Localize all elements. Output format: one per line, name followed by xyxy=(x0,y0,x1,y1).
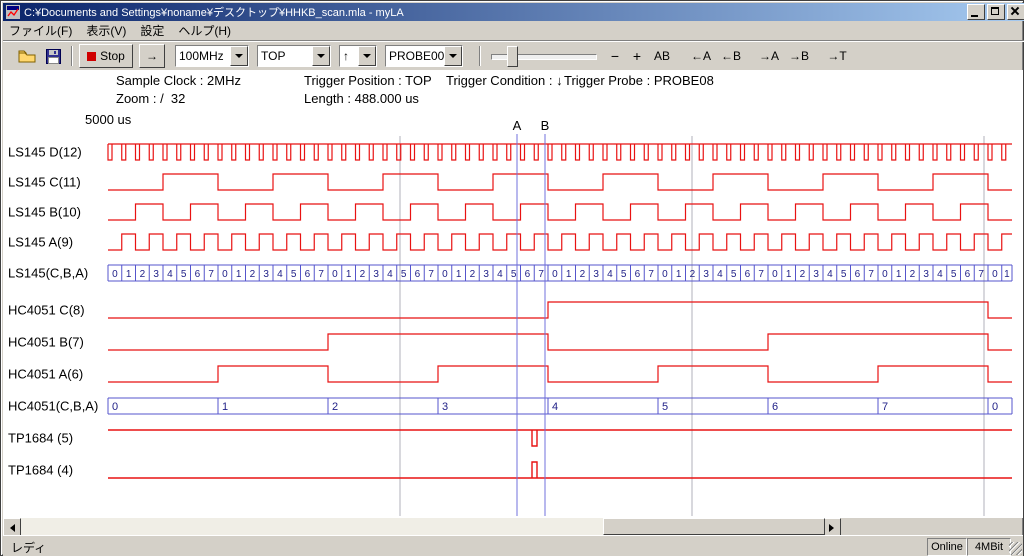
trigger-position-value: TOP xyxy=(258,49,312,63)
chevron-down-icon xyxy=(363,54,371,62)
toolbar-separator xyxy=(479,46,481,66)
status-online-badge: Online xyxy=(927,538,967,556)
app-icon xyxy=(6,5,20,19)
maximize-icon xyxy=(991,7,999,15)
trigger-position-combobox[interactable]: TOP xyxy=(257,45,331,67)
stop-icon xyxy=(87,52,96,61)
chevron-down-icon xyxy=(317,54,325,62)
trigger-condition-info: Trigger Condition : ↓ xyxy=(446,73,563,88)
toolbar-separator xyxy=(71,46,73,66)
trigger-edge-value: ↑ xyxy=(340,49,358,63)
toolbar: Stop → 100MHz TOP ↑ PROBE00 − + AB ←A ←B… xyxy=(3,40,1024,71)
length-info: Length : 488.000 us xyxy=(304,91,419,106)
zoom-out-button[interactable]: − xyxy=(605,45,625,67)
window-title: C:¥Documents and Settings¥noname¥デスクトップ¥… xyxy=(24,4,965,20)
sample-clock-info: Sample Clock : 2MHz xyxy=(116,73,241,88)
statusbar: レディ Online 4MBit xyxy=(3,535,1023,556)
status-memory-badge: 4MBit xyxy=(967,538,1011,556)
triangle-right-icon xyxy=(829,524,838,532)
run-arrow-icon: → xyxy=(146,49,158,63)
run-button[interactable]: → xyxy=(139,44,165,68)
menu-settings[interactable]: 設定 xyxy=(134,20,172,41)
trigger-probe-value: PROBE00 xyxy=(386,49,444,63)
zoom-slider[interactable] xyxy=(491,45,597,67)
horizontal-scrollbar[interactable] xyxy=(3,518,841,535)
waveform-client-area[interactable] xyxy=(3,70,1023,518)
resize-grip-icon[interactable] xyxy=(1009,542,1022,555)
trigger-position-info: Trigger Position : TOP xyxy=(304,73,432,88)
open-button[interactable] xyxy=(15,45,39,67)
app-window: C:¥Documents and Settings¥noname¥デスクトップ¥… xyxy=(0,0,1024,556)
set-cursor-b-button[interactable]: →B xyxy=(785,45,813,67)
chevron-down-icon xyxy=(235,54,243,62)
minimize-icon xyxy=(971,15,978,17)
trigger-edge-combobox[interactable]: ↑ xyxy=(339,45,377,67)
triangle-left-icon xyxy=(6,524,15,532)
sample-clock-dropdown-button[interactable] xyxy=(230,46,248,66)
zoom-slider-thumb[interactable] xyxy=(507,46,518,67)
save-button[interactable] xyxy=(41,45,65,67)
status-ready-text: レディ xyxy=(11,539,46,556)
goto-cursor-a-button[interactable]: ←A xyxy=(687,45,715,67)
menu-view[interactable]: 表示(V) xyxy=(80,20,134,41)
scrollbar-track[interactable] xyxy=(21,518,823,535)
scrollbar-thumb[interactable] xyxy=(603,518,825,535)
stop-button[interactable]: Stop xyxy=(79,44,133,68)
open-folder-icon xyxy=(18,49,36,64)
trigger-position-dropdown-button[interactable] xyxy=(312,46,330,66)
menu-help[interactable]: ヘルプ(H) xyxy=(172,20,239,41)
ab-cursors-button[interactable]: AB xyxy=(649,45,675,67)
trigger-probe-dropdown-button[interactable] xyxy=(444,46,462,66)
time-grid-label: 5000 us xyxy=(85,112,131,127)
minimize-button[interactable] xyxy=(967,4,985,20)
menubar: ファイル(F) 表示(V) 設定 ヘルプ(H) xyxy=(3,21,1023,40)
trigger-edge-dropdown-button[interactable] xyxy=(358,46,376,66)
stop-label: Stop xyxy=(100,49,125,63)
save-floppy-icon xyxy=(46,49,61,64)
chevron-down-icon xyxy=(449,54,457,62)
titlebar[interactable]: C:¥Documents and Settings¥noname¥デスクトップ¥… xyxy=(3,3,1024,21)
zoom-in-button[interactable]: + xyxy=(627,45,647,67)
menu-file[interactable]: ファイル(F) xyxy=(3,20,80,41)
maximize-button[interactable] xyxy=(987,4,1005,20)
sample-clock-combobox[interactable]: 100MHz xyxy=(175,45,249,67)
goto-cursor-b-button[interactable]: ←B xyxy=(717,45,745,67)
set-cursor-a-button[interactable]: →A xyxy=(755,45,783,67)
zoom-info: Zoom : / 32 xyxy=(116,91,185,106)
sample-clock-value: 100MHz xyxy=(176,49,230,63)
close-button[interactable] xyxy=(1007,4,1024,20)
trigger-probe-info: Trigger Probe : PROBE08 xyxy=(564,73,714,88)
goto-trigger-button[interactable]: →T xyxy=(823,45,851,67)
trigger-probe-combobox[interactable]: PROBE00 xyxy=(385,45,463,67)
